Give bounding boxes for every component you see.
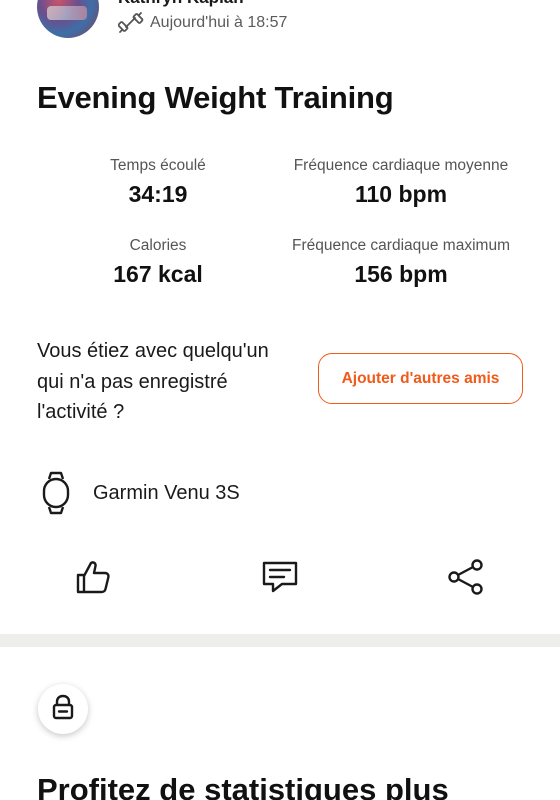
comment-button[interactable] — [258, 557, 302, 601]
athlete-avatar[interactable] — [37, 0, 99, 38]
stat-max-heart-rate: Fréquence cardiaque maximum 156 bpm — [281, 237, 521, 288]
stat-value: 34:19 — [128, 181, 188, 207]
lock-badge — [38, 684, 88, 734]
stat-elapsed-time: Temps écoulé 34:19 — [58, 157, 258, 208]
stat-value: 156 bpm — [354, 261, 448, 287]
add-friends-button[interactable]: Ajouter d'autres amis — [318, 353, 523, 404]
share-button[interactable] — [444, 557, 488, 601]
share-icon — [446, 557, 486, 602]
stat-label: Temps écoulé — [110, 157, 206, 174]
stat-avg-heart-rate: Fréquence cardiaque moyenne 110 bpm — [281, 157, 521, 208]
lock-icon — [51, 694, 75, 725]
watch-icon — [37, 470, 75, 516]
stat-value: 110 bpm — [354, 181, 448, 207]
thumbs-up-icon — [74, 558, 112, 601]
stat-label: Fréquence cardiaque moyenne — [293, 157, 509, 174]
stat-label: Calories — [129, 237, 187, 254]
activity-header: Kathryn Kaplan Aujourd'hui à 18:57 — [0, 0, 560, 60]
comment-icon — [260, 558, 300, 601]
dumbbell-icon — [117, 11, 144, 35]
section-divider — [0, 634, 560, 647]
kudos-button[interactable] — [71, 557, 115, 601]
stat-label: Fréquence cardiaque maximum — [292, 237, 510, 254]
device-row[interactable]: Garmin Venu 3S — [37, 470, 240, 516]
athlete-name[interactable]: Kathryn Kaplan — [118, 0, 244, 8]
stat-calories: Calories 167 kcal — [58, 237, 258, 288]
premium-promo-title: Profitez de statistiques plus — [37, 772, 449, 800]
with-others-question: Vous étiez avec quelqu'un qui n'a pas en… — [37, 340, 269, 423]
device-name: Garmin Venu 3S — [93, 481, 240, 504]
stat-value: 167 kcal — [113, 261, 203, 287]
activity-title[interactable]: Evening Weight Training — [37, 80, 394, 116]
activity-timestamp: Aujourd'hui à 18:57 — [150, 14, 288, 31]
activity-meta: Aujourd'hui à 18:57 — [117, 11, 288, 35]
